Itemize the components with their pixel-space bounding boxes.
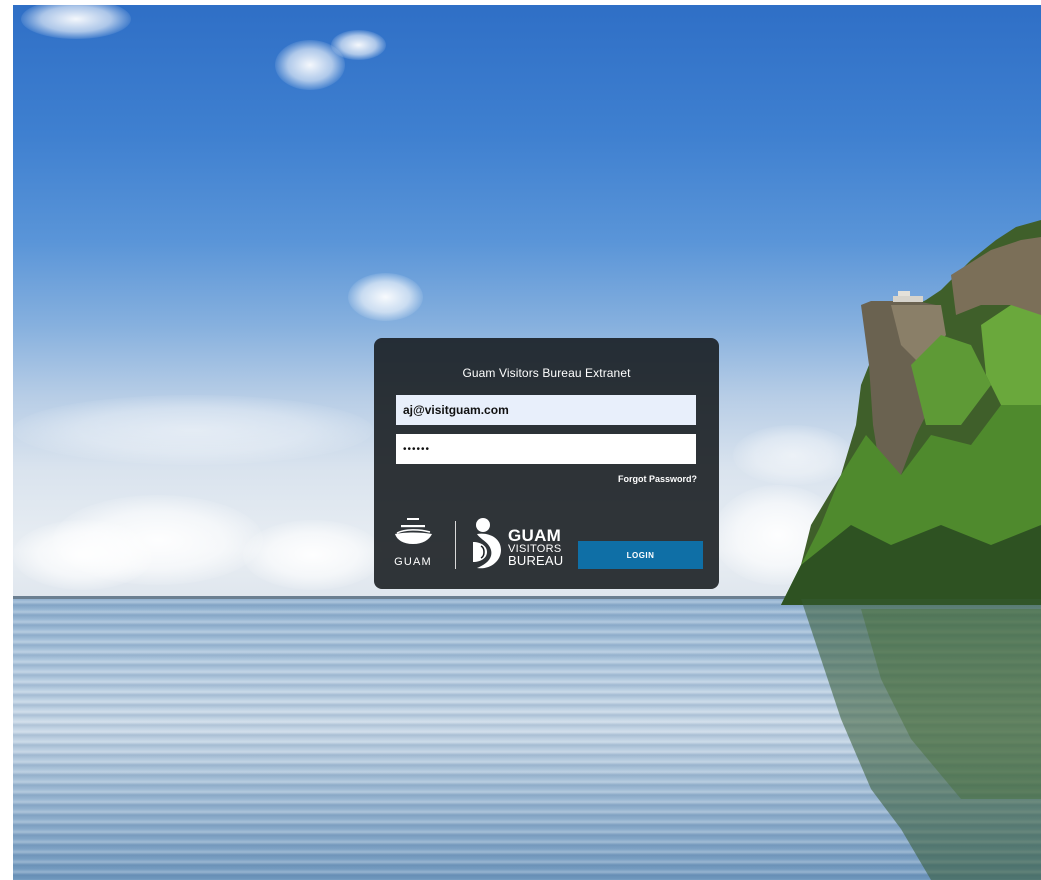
cloud [243, 520, 383, 590]
cloud [348, 273, 423, 321]
logo-divider [455, 521, 456, 569]
cloud [13, 395, 373, 465]
background-scene: Guam Visitors Bureau Extranet Forgot Pas… [13, 5, 1041, 880]
email-field[interactable] [396, 395, 696, 425]
gvb-line-guam: GUAM [508, 526, 562, 545]
login-button[interactable]: LOGIN [578, 541, 703, 569]
gvb-logo: GUAM VISITORS BUREAU [471, 516, 566, 572]
login-title: Guam Visitors Bureau Extranet [462, 366, 631, 380]
cloud [13, 520, 153, 590]
password-field[interactable] [396, 434, 696, 464]
guam-wave-logo-icon [395, 518, 432, 544]
gvb-swirl-logo-icon [473, 518, 501, 569]
cloud [331, 30, 386, 60]
cliff-reflection [801, 599, 1041, 880]
guam-logo-text: GUAM [394, 556, 432, 568]
gvb-line-bureau: BUREAU [508, 552, 564, 568]
forgot-password-link[interactable]: Forgot Password? [618, 474, 697, 484]
cliff-illustration [781, 220, 1041, 605]
guam-logo: GUAM [391, 516, 435, 572]
login-card: Guam Visitors Bureau Extranet Forgot Pas… [374, 338, 719, 589]
gvb-logo-text: GUAM VISITORS BUREAU [508, 526, 564, 568]
